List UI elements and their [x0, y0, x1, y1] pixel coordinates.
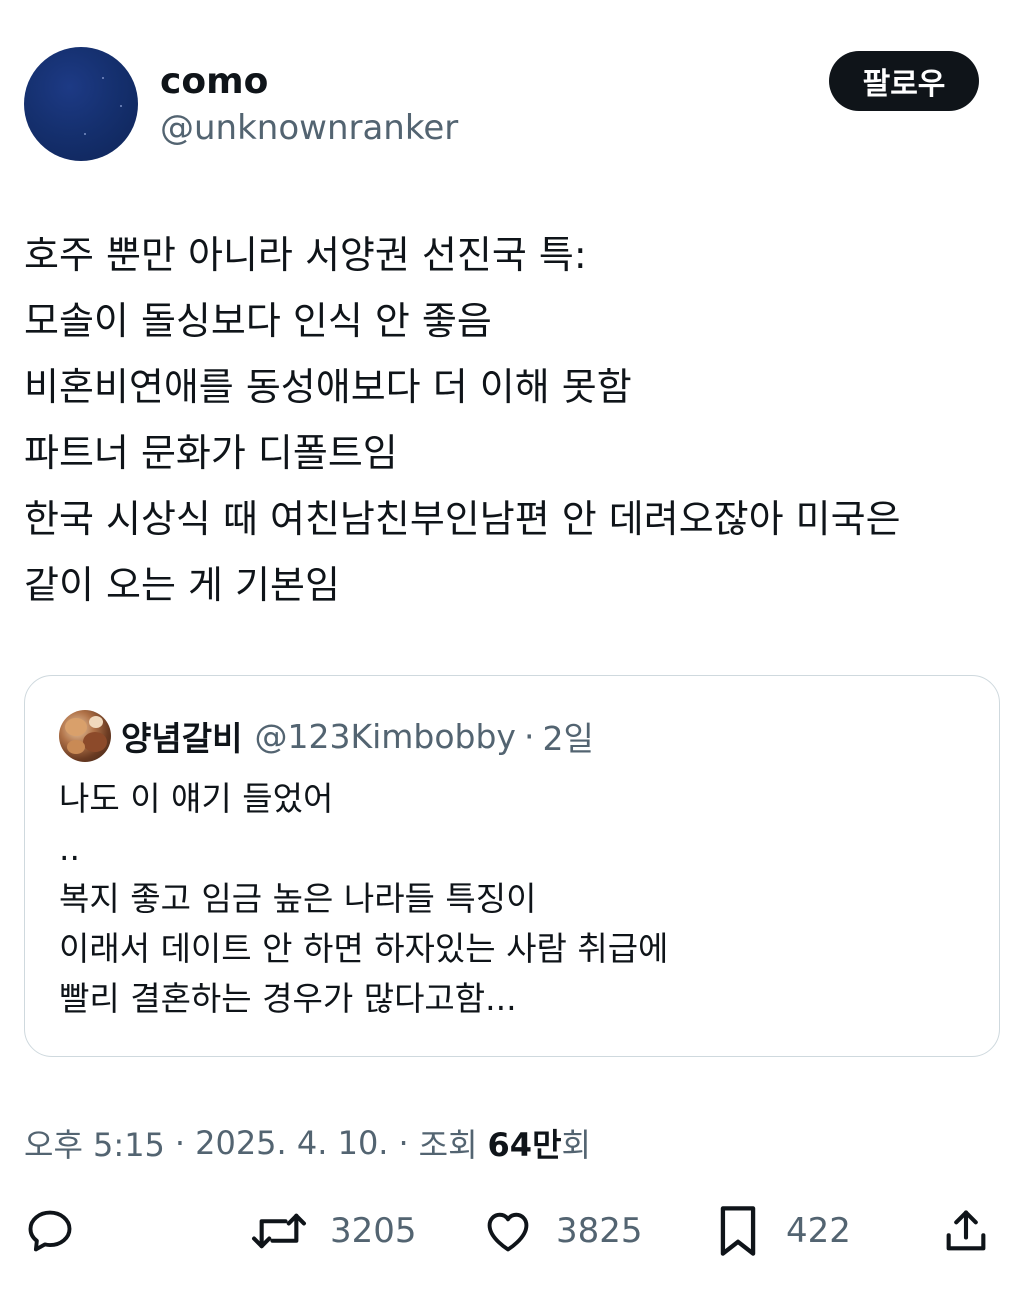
views-suffix: 회 [561, 1126, 591, 1164]
bookmark-icon [720, 1206, 756, 1256]
tweet-meta: 오후 5:15 · 2025. 4. 10. · 조회 64만 회 [24, 1118, 591, 1168]
follow-button[interactable]: 팔로우 [829, 51, 979, 111]
tweet-date[interactable]: 2025. 4. 10. [195, 1124, 388, 1162]
meta-separator: · [174, 1124, 186, 1162]
tweet-line: 비혼비연애를 동성애보다 더 이해 못함 [24, 365, 632, 409]
retweet-button[interactable]: 3205 [250, 1200, 417, 1262]
reply-icon [28, 1210, 72, 1252]
quoted-tweet-text: 나도 이 얘기 들었어 .. 복지 좋고 임금 높은 나라들 특징이 이래서 데… [59, 774, 959, 1024]
meta-separator: · [398, 1124, 409, 1162]
views-label: 조회 [418, 1126, 478, 1164]
quoted-tweet-line: 이래서 데이트 안 하면 하자있는 사람 취급에 [59, 929, 669, 968]
retweet-icon [252, 1213, 306, 1249]
quoted-tweet-line: .. [59, 829, 80, 868]
tweet-line: 호주 뿐만 아니라 서양권 선진국 특: [24, 233, 587, 277]
quoted-author-avatar [59, 710, 111, 762]
reply-button[interactable] [24, 1200, 76, 1262]
share-icon [946, 1210, 986, 1251]
quoted-tweet-line: 나도 이 얘기 들었어 [59, 779, 334, 818]
tweet-text: 호주 뿐만 아니라 서양권 선진국 특: 모솔이 돌싱보다 인식 안 좋음 비혼… [24, 222, 1000, 618]
quoted-tweet-line: 복지 좋고 임금 높은 나라들 특징이 [59, 879, 537, 918]
quoted-header-separator: · [523, 716, 535, 756]
tweet-time[interactable]: 오후 5:15 [24, 1120, 165, 1166]
quoted-author-handle: @123Kimbobby [254, 716, 516, 756]
quoted-tweet-card[interactable]: 양념갈비 @123Kimbobby · 2일 나도 이 얘기 들었어 .. 복지… [24, 675, 1000, 1057]
quoted-author-display-name: 양념갈비 [121, 719, 243, 758]
tweet-line: 같이 오는 게 기본임 [24, 563, 340, 607]
like-count: 3825 [556, 1211, 643, 1251]
author-display-name[interactable]: como [160, 58, 268, 106]
author-handle[interactable]: @unknownranker [160, 106, 458, 150]
views-count[interactable]: 64만 [488, 1120, 562, 1166]
tweet-line: 한국 시상식 때 여친남친부인남편 안 데려오잖아 미국은 [24, 497, 901, 541]
heart-icon [487, 1212, 529, 1252]
bookmark-button[interactable]: 422 [712, 1200, 851, 1262]
retweet-count: 3205 [330, 1211, 417, 1251]
quoted-tweet-line: 빨리 결혼하는 경우가 많다고함... [59, 979, 517, 1018]
tweet-line: 모솔이 돌싱보다 인식 안 좋음 [24, 299, 492, 343]
like-button[interactable]: 3825 [482, 1200, 643, 1262]
author-avatar[interactable] [24, 47, 138, 161]
bookmark-count: 422 [786, 1211, 851, 1251]
share-button[interactable] [940, 1200, 992, 1262]
tweet-line: 파트너 문화가 디폴트임 [24, 431, 398, 475]
quoted-tweet-header: 양념갈비 @123Kimbobby · 2일 [121, 712, 594, 760]
quoted-tweet-time: 2일 [542, 719, 594, 758]
